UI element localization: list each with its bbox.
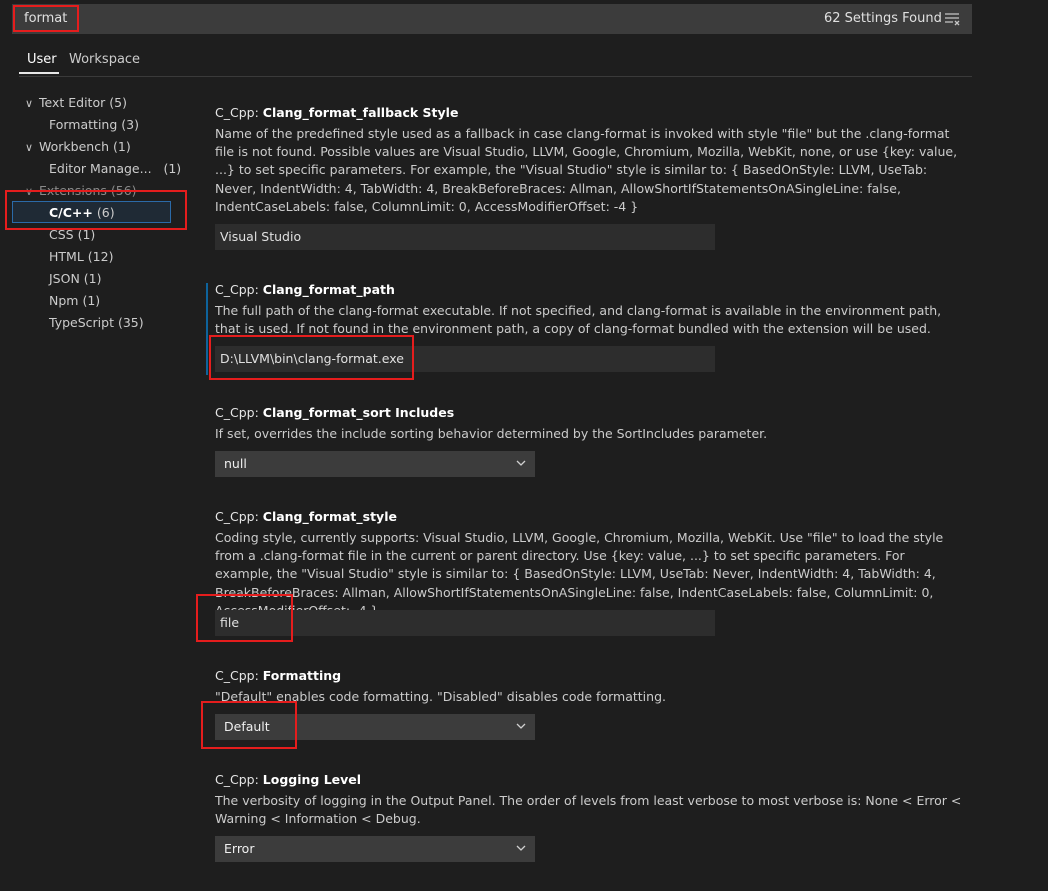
setting-name: Logging Level bbox=[262, 772, 362, 787]
sort-includes-select[interactable]: null bbox=[215, 451, 535, 477]
setting-category: C_Cpp: bbox=[215, 105, 263, 120]
tree-item-label: Npm bbox=[49, 293, 79, 308]
tree-item-count: (35) bbox=[117, 315, 144, 330]
highlight-box-tree-cpp bbox=[5, 190, 187, 230]
tree-item-workbench[interactable]: ∨ Workbench (1) bbox=[25, 139, 131, 154]
chevron-down-icon: ∨ bbox=[25, 141, 34, 154]
tree-item-label: Formatting bbox=[49, 117, 118, 132]
highlight-box-style bbox=[196, 594, 293, 642]
clear-filter-icon[interactable] bbox=[944, 12, 960, 26]
tree-item-label: Text Editor bbox=[39, 95, 106, 110]
tree-item-label: Workbench bbox=[39, 139, 109, 154]
tree-item-html[interactable]: HTML (12) bbox=[49, 249, 113, 264]
setting-title-fallback-style: C_Cpp: Clang_format_fallback Style bbox=[215, 105, 458, 120]
setting-title-sort-includes: C_Cpp: Clang_format_sort Includes bbox=[215, 405, 454, 420]
setting-description: Coding style, currently supports: Visual… bbox=[215, 530, 944, 618]
tree-item-count: (3) bbox=[121, 117, 139, 132]
tree-item-npm[interactable]: Npm (1) bbox=[49, 293, 100, 308]
tree-item-count: (1) bbox=[82, 293, 101, 308]
active-tab-indicator bbox=[19, 72, 59, 74]
settings-found-count: 62 Settings Found bbox=[824, 11, 942, 26]
highlight-box-path bbox=[209, 335, 414, 380]
select-value: null bbox=[224, 456, 247, 471]
setting-name: Clang_format_path bbox=[262, 282, 395, 297]
tree-item-count: (1) bbox=[163, 161, 182, 176]
tree-item-label: Editor Manage... bbox=[49, 161, 152, 176]
tree-item-label: HTML bbox=[49, 249, 84, 264]
chevron-down-icon: ∨ bbox=[25, 97, 34, 110]
tree-item-label: TypeScript bbox=[49, 315, 114, 330]
setting-description: The verbosity of logging in the Output P… bbox=[215, 793, 962, 827]
setting-description: Name of the predefined style used as a f… bbox=[215, 126, 958, 214]
setting-title-formatting: C_Cpp: Formatting bbox=[215, 668, 341, 683]
setting-category: C_Cpp: bbox=[215, 405, 263, 420]
setting-name: Formatting bbox=[262, 668, 342, 683]
tree-item-editor-management[interactable]: Editor Manage... (1) bbox=[49, 161, 181, 176]
tree-item-count: (5) bbox=[109, 95, 127, 110]
tree-item-label: JSON bbox=[49, 271, 80, 286]
tab-user[interactable]: User bbox=[27, 52, 57, 67]
setting-category: C_Cpp: bbox=[215, 509, 263, 524]
tree-item-count: (1) bbox=[83, 271, 102, 286]
tree-item-formatting[interactable]: Formatting (3) bbox=[49, 117, 139, 132]
setting-description: "Default" enables code formatting. "Disa… bbox=[215, 689, 666, 704]
tree-item-text-editor[interactable]: ∨ Text Editor (5) bbox=[25, 95, 127, 110]
tree-item-typescript[interactable]: TypeScript (35) bbox=[49, 315, 144, 330]
setting-category: C_Cpp: bbox=[215, 282, 263, 297]
logging-level-select[interactable]: Error bbox=[215, 836, 535, 862]
highlight-box-search bbox=[13, 5, 79, 32]
setting-category: C_Cpp: bbox=[215, 772, 263, 787]
chevron-down-icon bbox=[516, 723, 526, 729]
settings-search-input[interactable]: format 62 Settings Found bbox=[12, 4, 972, 34]
setting-category: C_Cpp: bbox=[215, 668, 263, 683]
setting-name: Clang_format_style bbox=[262, 509, 397, 524]
tree-item-count: (12) bbox=[87, 249, 114, 264]
setting-title-logging-level: C_Cpp: Logging Level bbox=[215, 772, 361, 787]
chevron-down-icon bbox=[516, 845, 526, 851]
tab-workspace[interactable]: Workspace bbox=[69, 52, 140, 67]
fallback-style-input[interactable]: Visual Studio bbox=[215, 224, 715, 250]
select-value: Error bbox=[224, 841, 255, 856]
setting-name: Clang_format_sort Includes bbox=[262, 405, 455, 420]
tabs-divider bbox=[19, 76, 972, 77]
chevron-down-icon bbox=[516, 460, 526, 466]
highlight-box-formatting bbox=[201, 701, 297, 749]
setting-description: The full path of the clang-format execut… bbox=[215, 303, 942, 337]
setting-title-format-path: C_Cpp: Clang_format_path bbox=[215, 282, 395, 297]
tree-item-count: (1) bbox=[112, 139, 131, 154]
setting-title-format-style: C_Cpp: Clang_format_style bbox=[215, 509, 397, 524]
setting-name: Clang_format_fallback Style bbox=[262, 105, 459, 120]
focused-setting-indicator bbox=[206, 283, 208, 375]
tree-item-json[interactable]: JSON (1) bbox=[49, 271, 102, 286]
setting-description: If set, overrides the include sorting be… bbox=[215, 426, 768, 441]
